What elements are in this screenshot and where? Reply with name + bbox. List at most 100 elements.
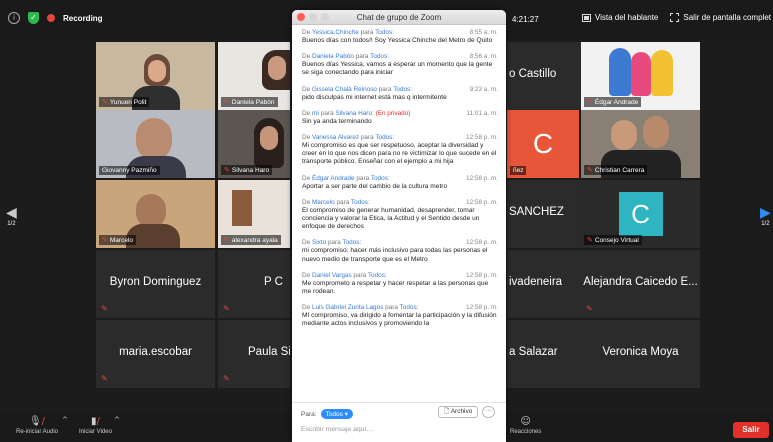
participant-tile[interactable]: ✎ Daniela Pabón [218, 42, 290, 110]
video-button-label: Iniciar Video [79, 429, 112, 435]
shield-icon[interactable]: ✓ [28, 12, 39, 24]
mic-muted-icon: ✎ [587, 98, 593, 106]
chevron-right-icon: ▶ [760, 205, 771, 221]
cartoon-figure [609, 48, 631, 96]
participant-name: ✎ Christian Carrera [584, 165, 648, 175]
chat-message-header: De Daniel Vargas para Todos: 12:58 p. m. [302, 272, 498, 279]
chat-message-header: De Marcelo para Todos: 12:58 p. m. [302, 199, 498, 206]
leave-meeting-button[interactable]: Salir [733, 422, 769, 438]
speaker-view-button[interactable]: Vista del hablante [581, 13, 659, 22]
chat-titlebar[interactable]: Chat de grupo de Zoom [292, 10, 506, 25]
reactions-button[interactable]: ☺ Reacciones [510, 416, 541, 435]
participant-name: ✎ Yunuen Polit [99, 97, 150, 107]
chat-message: De mí para Silvana Haro: (En privado) 11:… [302, 110, 498, 126]
info-icon[interactable]: i [8, 12, 20, 24]
mic-muted-icon: ✎ [224, 236, 230, 244]
mic-muted-icon: ✎ [102, 236, 108, 244]
room-decor [232, 190, 252, 226]
participant-tile[interactable]: Paula Si ✎ [218, 320, 290, 388]
chat-message-time: 8:56 a. m. [469, 53, 498, 61]
chat-message-text: Sin ya anda terminando [302, 117, 372, 125]
chat-message-header: De Vanessa Alvarez para Todos: 12:58 p. m… [302, 134, 498, 141]
chat-message-sender: De Édgar Andrade para Todos: [302, 174, 390, 182]
participant-face [148, 60, 166, 82]
exit-fullscreen-label: Salir de pantalla complet [683, 13, 771, 22]
participant-tile[interactable]: C ñez [507, 110, 579, 178]
participant-tile[interactable]: ✎ Yunuen Polit [96, 42, 215, 110]
participant-face [611, 120, 637, 150]
chat-message-list[interactable]: De Yessica.Chinche para Todos: 8:55 a. m.… [292, 26, 506, 402]
start-video-button[interactable]: ▮/ Iniciar Video [79, 416, 112, 435]
chat-message: De Gissela Chalá Reinoso para Todos: 9:23… [302, 86, 498, 102]
chat-message-time: 12:58 p. m. [466, 134, 498, 142]
recipient-dropdown[interactable]: Todos ▾ [320, 409, 353, 419]
chat-message-sender: De Marcelo para Todos: [302, 198, 370, 206]
chat-window: Chat de grupo de Zoom De Yessica.Chinche… [292, 10, 506, 442]
recipient-label: Para: [301, 410, 317, 418]
send-file-button[interactable]: 🗋 Archivo [438, 406, 479, 418]
participant-name: ✎ Consejo Virtual [584, 235, 642, 245]
recipient-row: Para: Todos ▾ [301, 409, 353, 419]
participant-tile[interactable]: Veronica Moya [581, 320, 700, 388]
top-bar-actions: Vista del hablante Salir de pantalla com… [581, 13, 771, 22]
participant-name: ñez [510, 166, 527, 175]
video-options-caret-icon[interactable]: ^ [114, 416, 120, 424]
participant-tile[interactable]: C ✎ Consejo Virtual [581, 180, 700, 248]
zoom-window: i ✓ Recording 4:21:27 Vista del hablante… [0, 0, 773, 442]
chat-message-text: Mi compromiso es que ser respetuoso, ace… [302, 142, 497, 166]
participant-display-name: Veronica Moya [602, 346, 679, 358]
participant-name: ✎ Marcelo [99, 235, 136, 245]
participant-tile[interactable]: ✎ Silvana Haro [218, 110, 290, 178]
exit-fullscreen-button[interactable]: Salir de pantalla complet [670, 13, 771, 22]
participant-tile[interactable]: ✎ Marcelo [96, 180, 215, 248]
chat-message-time: 8:55 a. m. [469, 29, 498, 36]
audio-options-caret-icon[interactable]: ^ [62, 416, 68, 424]
participant-display-name: Byron Dominguez [109, 276, 202, 288]
participant-display-name: maria.escobar [119, 346, 192, 358]
participant-tile[interactable]: ✎ Édgar Andrade [581, 42, 700, 110]
page-indicator: 1/2 [7, 221, 16, 227]
chat-message-time: 12:58 p. m. [466, 304, 498, 312]
page-indicator: 1/2 [761, 221, 770, 227]
participant-display-name: Alejandra Caicedo E... [583, 276, 698, 288]
participant-tile[interactable]: maria.escobar ✎ [96, 320, 215, 388]
chat-message: De Luis Gabriel Zurita Lagos para Todos:… [302, 304, 498, 328]
previous-page-button[interactable]: ◀ 1/2 [6, 205, 17, 227]
participant-tile[interactable]: Byron Dominguez ✎ [96, 250, 215, 318]
chat-message-input[interactable] [301, 426, 497, 433]
chat-message-time: 11:01 a. m. [466, 109, 499, 117]
video-off-icon: ▮/ [91, 416, 100, 427]
next-page-button[interactable]: ▶ 1/2 [760, 205, 771, 227]
audio-button-label: Re-iniciar Audio [16, 429, 59, 435]
mic-muted-icon: ✎ [587, 236, 593, 244]
chat-message: De Daniela Pabón para Todos: 8:56 a. m. Bu… [302, 53, 498, 77]
participant-tile[interactable]: ✎ alexandra ayala [218, 180, 290, 248]
participant-tile[interactable]: Alejandra Caicedo E... ✎ [581, 250, 700, 318]
chat-message-time: 9:23 a. m. [469, 85, 498, 93]
chat-message: De Sixto para Todos: 12:58 p. m. mi compro… [302, 239, 498, 263]
chat-message-sender: De Daniel Vargas para Todos: [302, 271, 387, 279]
chat-message-text: Me comprometo a respetar y hacer respeta… [302, 279, 489, 296]
chat-title: Chat de grupo de Zoom [356, 13, 442, 22]
participant-face [260, 126, 278, 150]
chat-message-header: De Yessica.Chinche para Todos: 8:55 a. m. [302, 29, 498, 36]
more-options-button[interactable]: ··· [482, 406, 495, 418]
participant-face [268, 56, 286, 80]
participant-tile[interactable]: ✎ Christian Carrera [581, 110, 700, 178]
mic-muted-icon: ✎ [102, 98, 108, 106]
participant-display-name: Paula Si [248, 346, 290, 358]
participant-tile[interactable]: P C ✎ [218, 250, 290, 318]
unmute-audio-button[interactable]: 🎙/ Re-iniciar Audio [16, 416, 58, 435]
chat-message-time: 12:58 p. m. [466, 271, 498, 279]
chat-message-text: Aportar a ser parte del cambio de la cul… [302, 182, 448, 190]
chat-message-header: De Gissela Chalá Reinoso para Todos: 9:23… [302, 86, 498, 93]
participant-face [643, 116, 669, 148]
participant-display-name: P C [264, 276, 283, 288]
speaker-view-label: Vista del hablante [594, 13, 659, 22]
mic-muted-icon: ✎ [586, 304, 593, 313]
chat-message-header: De Édgar Andrade para Todos: 12:58 p. m. [302, 175, 498, 182]
chat-message-header: De Luis Gabriel Zurita Lagos para Todos:… [302, 304, 498, 311]
chat-message-header: De mí para Silvana Haro: (En privado) 11:… [302, 110, 498, 117]
participant-name: ✎ Édgar Andrade [584, 97, 642, 107]
participant-tile-active-speaker[interactable]: Giovanny Pazmiño [96, 110, 215, 178]
